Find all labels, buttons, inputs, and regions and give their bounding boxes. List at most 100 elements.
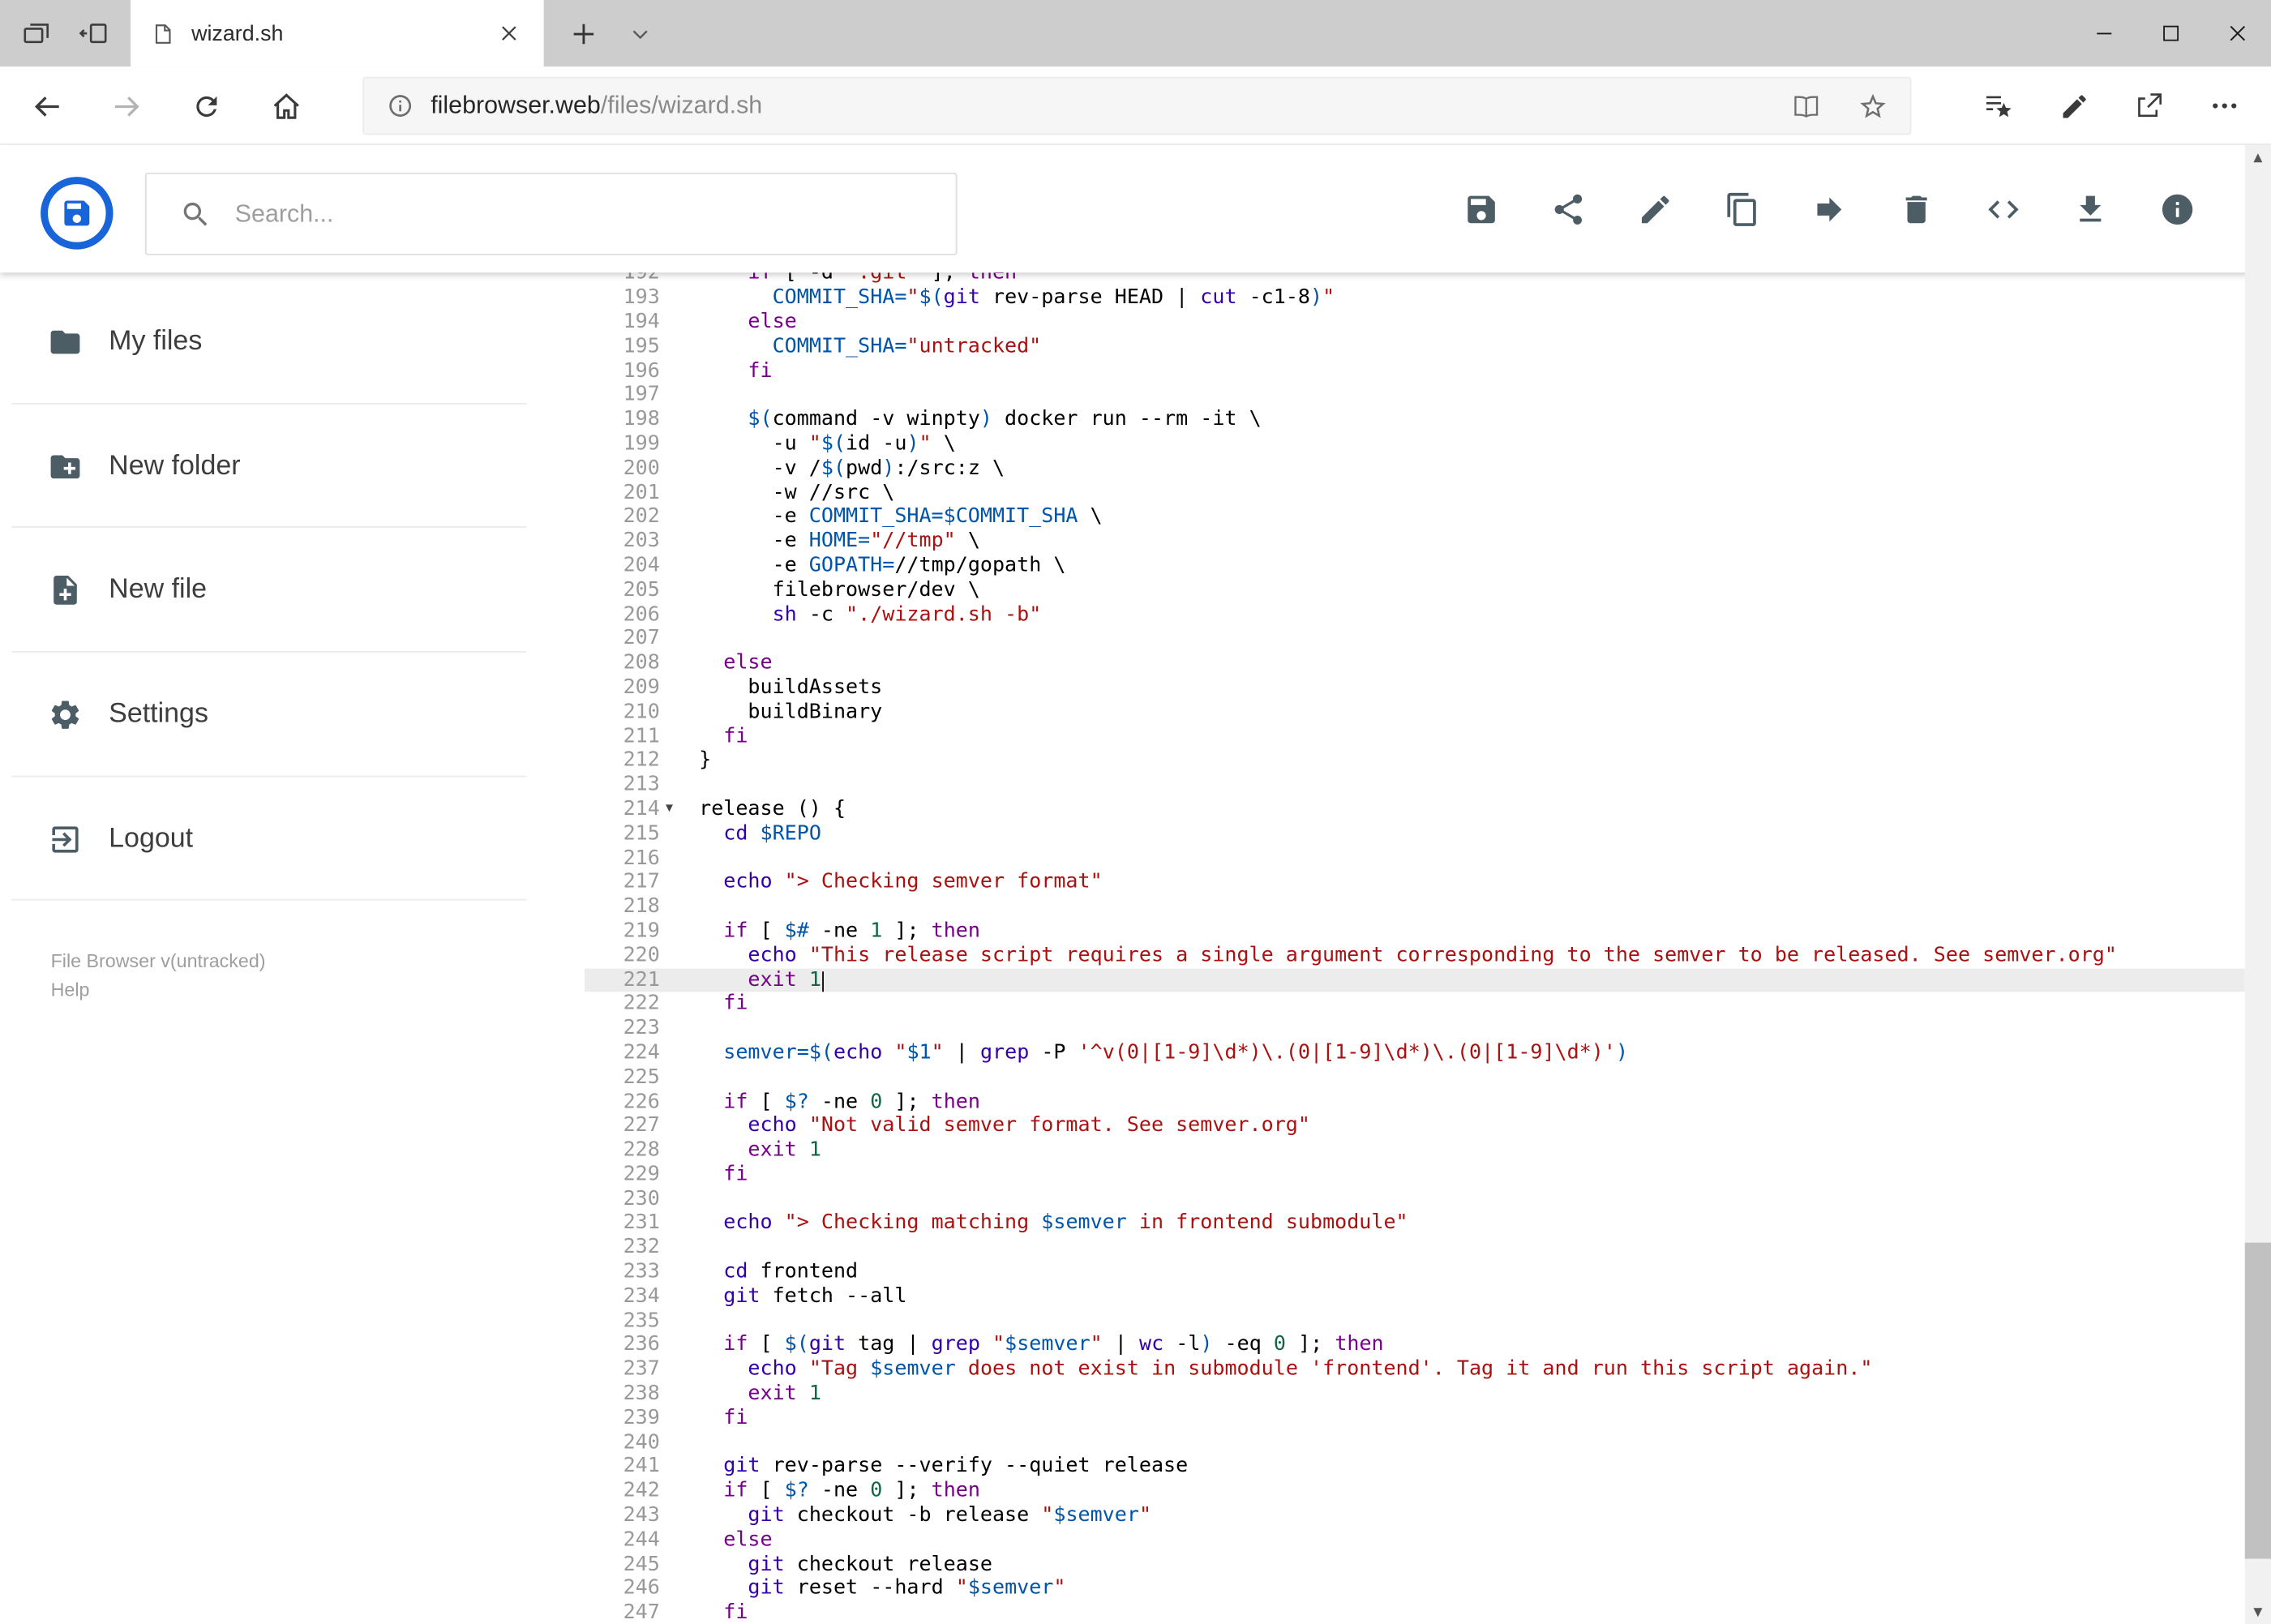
scroll-down-arrow[interactable]: ▼ xyxy=(2245,1600,2271,1624)
code-line[interactable]: 222 fi xyxy=(585,992,2245,1017)
info-button[interactable] xyxy=(2133,177,2220,241)
copy-button[interactable] xyxy=(1698,177,1785,241)
tab-preview-chevron-button[interactable] xyxy=(615,6,664,61)
save-button[interactable] xyxy=(1438,177,1524,241)
url-text[interactable]: filebrowser.web/files/wizard.sh xyxy=(431,92,762,121)
code-line[interactable]: 243 git checkout -b release "$semver" xyxy=(585,1504,2245,1528)
code-line[interactable]: 194 else xyxy=(585,311,2245,335)
sidebar-item-my-files[interactable]: My files xyxy=(0,280,585,404)
code-line[interactable]: 201 -w //src \ xyxy=(585,481,2245,505)
code-line[interactable]: 196 fi xyxy=(585,359,2245,384)
code-editor[interactable]: 192 if [ -d ".git" ]; then 193 COMMIT_SHA… xyxy=(584,272,2245,1624)
web-note-button[interactable] xyxy=(2036,74,2111,138)
edit-button[interactable] xyxy=(1611,177,1698,241)
share-page-button[interactable] xyxy=(2111,74,2187,138)
search-box[interactable] xyxy=(144,172,958,255)
code-line[interactable]: 232 xyxy=(585,1236,2245,1260)
code-line[interactable]: 234 git fetch --all xyxy=(585,1284,2245,1309)
code-line[interactable]: 219 if [ $# -ne 1 ]; then xyxy=(585,919,2245,944)
sidebar-item-new-file[interactable]: New file xyxy=(0,529,585,653)
refresh-button[interactable] xyxy=(174,74,238,138)
code-line[interactable]: 212} xyxy=(585,748,2245,773)
code-line[interactable]: 199 -u "$(id -u)" \ xyxy=(585,432,2245,456)
minimize-button[interactable] xyxy=(2071,0,2137,66)
browser-tab-active[interactable]: wizard.sh xyxy=(130,0,544,67)
code-button[interactable] xyxy=(1959,177,2046,241)
delete-button[interactable] xyxy=(1872,177,1959,241)
code-line[interactable]: 224 semver=$(echo "$1" | grep -P '^v(0|[… xyxy=(585,1041,2245,1065)
download-button[interactable] xyxy=(2046,177,2133,241)
code-line[interactable]: 197 xyxy=(585,384,2245,408)
code-line[interactable]: 218 xyxy=(585,895,2245,919)
code-line[interactable]: 235 xyxy=(585,1309,2245,1333)
forward-button[interactable] xyxy=(94,74,158,138)
code-line[interactable]: 221 exit 1 xyxy=(584,967,2245,992)
move-button[interactable] xyxy=(1785,177,1872,241)
code-line[interactable]: 226 if [ $? -ne 0 ]; then xyxy=(585,1090,2245,1114)
page-info-button[interactable] xyxy=(379,84,422,128)
code-line[interactable]: 244 else xyxy=(585,1528,2245,1553)
code-line[interactable]: 245 git checkout release xyxy=(585,1553,2245,1577)
set-tabs-aside-button[interactable] xyxy=(66,6,122,61)
code-line[interactable]: 237 echo "Tag $semver does not exist in … xyxy=(585,1357,2245,1382)
page-scrollbar[interactable]: ▲ ▼ xyxy=(2244,144,2271,1624)
code-line[interactable]: 205 filebrowser/dev \ xyxy=(585,578,2245,602)
code-line[interactable]: 233 cd frontend xyxy=(585,1260,2245,1284)
code-line[interactable]: 240 xyxy=(585,1431,2245,1455)
code-line[interactable]: 239 fi xyxy=(585,1406,2245,1430)
filebrowser-logo[interactable] xyxy=(39,175,114,251)
code-line[interactable]: 217 echo "> Checking semver format" xyxy=(585,871,2245,895)
code-line[interactable]: 208 else xyxy=(585,651,2245,675)
reading-view-button[interactable] xyxy=(1785,84,1826,128)
sidebar-item-logout[interactable]: Logout xyxy=(0,777,585,901)
search-input[interactable] xyxy=(234,199,956,229)
code-line[interactable]: 214 ▾ release () { xyxy=(585,798,2245,822)
home-button[interactable] xyxy=(254,74,318,138)
code-line[interactable]: 229 fi xyxy=(585,1163,2245,1187)
help-link[interactable]: Help xyxy=(51,976,90,1005)
code-line[interactable]: 231 echo "> Checking matching $semver in… xyxy=(585,1211,2245,1236)
code-line[interactable]: 203 -e HOME="//tmp" \ xyxy=(585,529,2245,554)
code-line[interactable]: 216 xyxy=(585,846,2245,871)
code-line[interactable]: 230 xyxy=(585,1187,2245,1211)
code-line[interactable]: 195 COMMIT_SHA="untracked" xyxy=(585,335,2245,359)
code-line[interactable]: 247 fi xyxy=(585,1601,2245,1624)
code-line[interactable]: 228 exit 1 xyxy=(585,1138,2245,1163)
tab-close-button[interactable] xyxy=(489,13,529,54)
code-line[interactable]: 241 git rev-parse --verify --quiet relea… xyxy=(585,1455,2245,1480)
code-line[interactable]: 238 exit 1 xyxy=(585,1382,2245,1406)
new-tab-button[interactable] xyxy=(555,6,611,61)
code-line[interactable]: 204 -e GOPATH=//tmp/gopath \ xyxy=(585,554,2245,578)
code-line[interactable]: 215 cd $REPO xyxy=(585,822,2245,846)
code-line[interactable]: 213 xyxy=(585,773,2245,797)
code-line[interactable]: 227 echo "Not valid semver format. See s… xyxy=(585,1114,2245,1138)
sidebar-item-settings[interactable]: Settings xyxy=(0,653,585,777)
code-line[interactable]: 209 buildAssets xyxy=(585,675,2245,700)
share-button[interactable] xyxy=(1524,177,1611,241)
scroll-up-arrow[interactable]: ▲ xyxy=(2245,145,2271,169)
code-line[interactable]: 223 xyxy=(585,1017,2245,1041)
scrollbar-thumb[interactable] xyxy=(2244,1242,2271,1559)
code-line[interactable]: 198 $(command -v winpty) docker run --rm… xyxy=(585,408,2245,432)
code-line[interactable]: 236 if [ $(git tag | grep "$semver" | wc… xyxy=(585,1333,2245,1357)
code-line[interactable]: 193 COMMIT_SHA="$(git rev-parse HEAD | c… xyxy=(585,286,2245,311)
code-line[interactable]: 192 if [ -d ".git" ]; then xyxy=(585,272,2245,285)
code-line[interactable]: 225 xyxy=(585,1065,2245,1090)
tabs-preview-button[interactable] xyxy=(9,6,64,61)
close-window-button[interactable] xyxy=(2205,0,2271,66)
fold-marker-icon[interactable]: ▾ xyxy=(666,798,673,822)
code-line[interactable]: 207 xyxy=(585,627,2245,651)
code-line[interactable]: 220 echo "This release script requires a… xyxy=(585,944,2245,968)
sidebar-item-new-folder[interactable]: New folder xyxy=(0,404,585,529)
back-button[interactable] xyxy=(15,74,79,138)
add-favorite-button[interactable] xyxy=(1852,84,1892,128)
code-line[interactable]: 200 -v /$(pwd):/src:z \ xyxy=(585,456,2245,481)
code-line[interactable]: 206 sh -c "./wizard.sh -b" xyxy=(585,602,2245,627)
code-line[interactable]: 210 buildBinary xyxy=(585,700,2245,724)
code-line[interactable]: 242 if [ $? -ne 0 ]; then xyxy=(585,1480,2245,1504)
more-settings-button[interactable] xyxy=(2187,74,2262,138)
code-line[interactable]: 211 fi xyxy=(585,724,2245,748)
code-line[interactable]: 202 -e COMMIT_SHA=$COMMIT_SHA \ xyxy=(585,505,2245,529)
favorites-hub-button[interactable] xyxy=(1960,74,2036,138)
code-line[interactable]: 246 git reset --hard "$semver" xyxy=(585,1577,2245,1601)
